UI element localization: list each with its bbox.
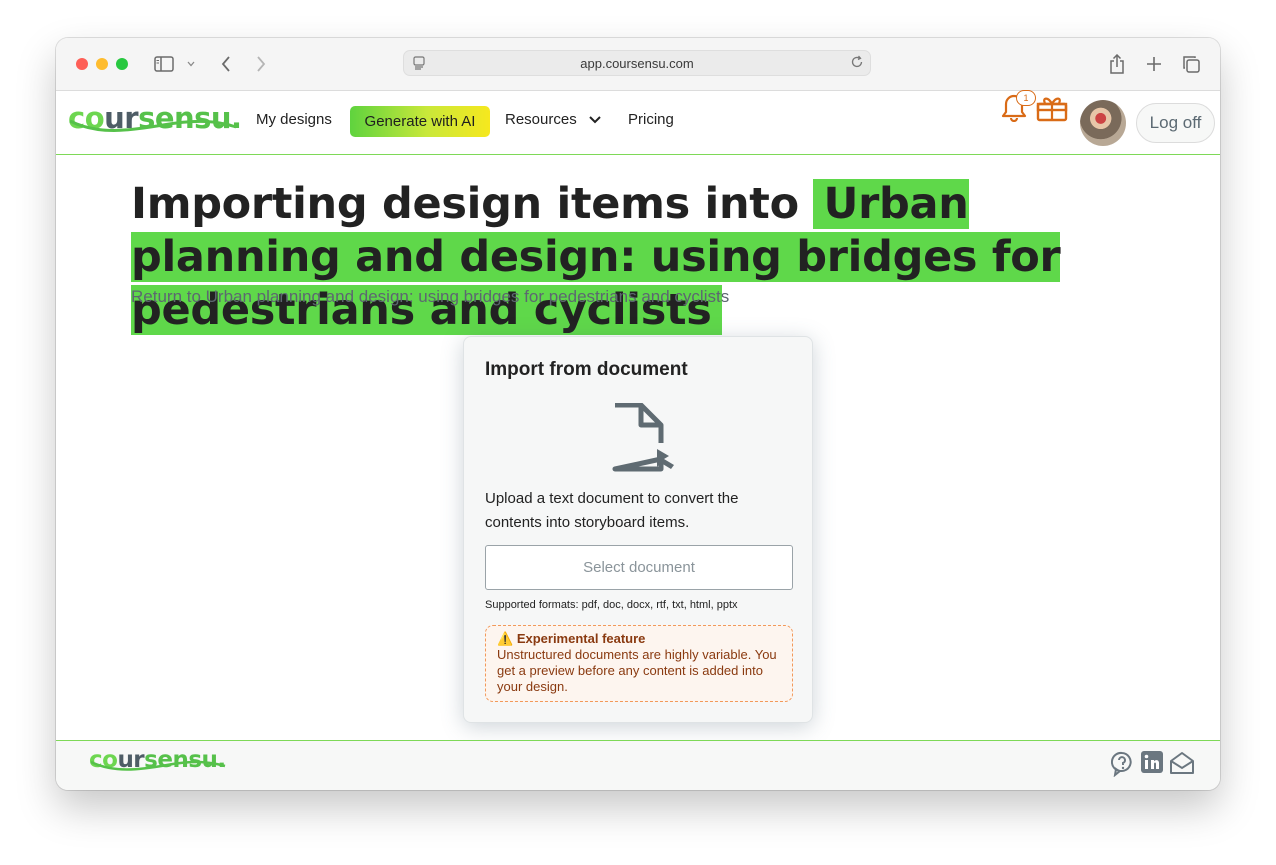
return-to-design-link[interactable]: Return to Urban planning and design: usi… — [131, 287, 729, 307]
reload-icon[interactable] — [850, 55, 864, 74]
browser-toolbar: app.coursensu.com — [56, 38, 1220, 91]
new-tab-icon[interactable] — [1143, 52, 1165, 76]
nav-resources[interactable]: Resources — [505, 111, 601, 128]
page-title-prefix: Importing design items into — [131, 179, 814, 229]
user-avatar[interactable] — [1080, 100, 1126, 146]
nav-resources-label: Resources — [505, 111, 577, 128]
select-document-button[interactable]: Select document — [485, 545, 793, 590]
contact-email-icon[interactable] — [1169, 751, 1195, 780]
warning-title: Experimental feature — [516, 631, 646, 646]
notification-count-badge: 1 — [1016, 90, 1036, 106]
supported-formats-text: Supported formats: pdf, doc, docx, rtf, … — [485, 599, 738, 611]
linkedin-icon[interactable] — [1141, 751, 1163, 778]
page-footer: coursensu. — [56, 740, 1220, 790]
url-text: app.coursensu.com — [580, 56, 694, 71]
tab-overview-icon[interactable] — [1180, 52, 1202, 76]
warning-text: Unstructured documents are highly variab… — [497, 647, 777, 694]
import-from-document-card: Import from document Upload a text docum… — [463, 336, 813, 723]
address-bar[interactable]: app.coursensu.com — [403, 50, 871, 76]
page-title: Importing design items into Urban planni… — [131, 178, 1141, 337]
help-icon[interactable] — [1111, 751, 1133, 782]
chevron-down-icon[interactable] — [184, 52, 198, 76]
generate-with-ai-button[interactable]: Generate with AI — [350, 106, 490, 137]
log-off-button[interactable]: Log off — [1136, 103, 1215, 143]
gift-icon[interactable] — [1036, 92, 1068, 127]
coursensu-logo[interactable]: coursensu. — [68, 101, 242, 135]
logo-swoosh — [69, 119, 237, 132]
experimental-feature-notice: ⚠️ Experimental feature Unstructured doc… — [485, 625, 793, 702]
minimize-window-button[interactable] — [96, 58, 108, 70]
document-import-icon — [611, 402, 677, 478]
nav-my-designs[interactable]: My designs — [256, 111, 332, 128]
browser-window: app.coursensu.com coursensu. My designs … — [56, 38, 1220, 790]
import-card-heading: Import from document — [485, 359, 688, 380]
footer-logo-swoosh — [90, 760, 226, 771]
back-arrow-icon[interactable] — [216, 52, 236, 76]
chevron-down-icon — [589, 116, 601, 124]
import-card-description: Upload a text document to convert the co… — [485, 490, 739, 531]
footer-logo[interactable]: coursensu. — [89, 747, 226, 773]
nav-pricing[interactable]: Pricing — [628, 111, 674, 128]
sidebar-toggle-icon[interactable] — [152, 52, 176, 76]
close-window-button[interactable] — [76, 58, 88, 70]
forward-arrow-icon[interactable] — [251, 52, 271, 76]
zoom-window-button[interactable] — [116, 58, 128, 70]
share-icon[interactable] — [1106, 52, 1128, 76]
warning-icon: ⚠️ — [497, 631, 514, 646]
